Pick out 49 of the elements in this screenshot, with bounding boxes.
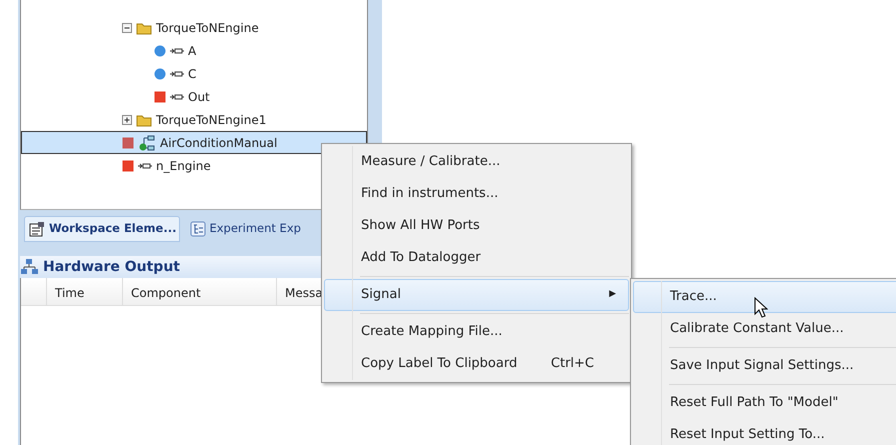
column-header: Time <box>47 278 123 305</box>
menu-item[interactable]: Calibrate Constant Value... <box>633 313 896 345</box>
tree-item-label: C <box>188 66 196 82</box>
menu-item[interactable]: Save Input Signal Settings... <box>633 350 896 382</box>
tree-item-label: A <box>188 42 196 60</box>
square-icon <box>122 136 134 148</box>
port-icon <box>170 68 184 78</box>
tree-item-label: n_Engine <box>156 158 211 174</box>
menu-item[interactable]: Show All HW Ports <box>324 210 629 242</box>
square-icon <box>122 160 134 172</box>
menu-item[interactable]: Signal ▶ <box>324 279 629 311</box>
tree-item-label: Out <box>188 88 210 106</box>
folder-icon <box>136 112 152 126</box>
tree-item-label: TorqueToNEngine1 <box>156 112 266 128</box>
tree-item[interactable]: AirConditionManual <box>21 131 367 154</box>
submenu-arrow-icon: ▶ <box>609 288 616 302</box>
port-icon <box>170 92 184 102</box>
tree-item[interactable]: TorqueToNEngine <box>21 16 367 39</box>
menu-item[interactable]: Copy Label To Clipboard Ctrl+C <box>324 348 629 380</box>
port-icon <box>138 160 152 170</box>
tree-item[interactable]: Out <box>21 85 367 108</box>
port-icon <box>170 46 184 56</box>
circle-icon <box>154 44 166 56</box>
menu-item[interactable]: Reset Full Path To "Model" <box>633 387 896 419</box>
block-diagram-icon <box>138 134 156 150</box>
tree-item[interactable]: C <box>21 62 367 85</box>
network-icon <box>20 258 40 276</box>
panel-tab[interactable]: Workspace Eleme... <box>24 216 180 242</box>
menu-item[interactable]: Add To Datalogger <box>324 242 629 274</box>
mouse-pointer-icon <box>754 297 768 319</box>
tree-item-label: AirConditionManual <box>160 134 278 152</box>
column-header: Component <box>123 278 277 305</box>
menu-item[interactable]: Create Mapping File... <box>324 316 629 348</box>
folder-icon <box>136 20 152 34</box>
tree-item[interactable]: TorqueToNEngine1 <box>21 108 367 131</box>
square-icon <box>154 90 166 102</box>
shortcut-label: Ctrl+C <box>550 355 594 374</box>
expander-icon[interactable] <box>122 114 132 124</box>
panel-title: Hardware Output <box>43 258 180 276</box>
panel-tab[interactable]: Experiment Exp <box>186 216 305 242</box>
hierarchy-icon <box>190 221 206 237</box>
tree-item[interactable]: A <box>21 39 367 62</box>
menu-item[interactable]: Reset Input Setting To... <box>633 419 896 445</box>
tree-item-label: TorqueToNEngine <box>156 20 259 36</box>
circle-icon <box>154 68 166 80</box>
clipboard-icon <box>28 221 46 237</box>
menu-item[interactable]: Find in instruments... <box>324 178 629 210</box>
menu-item[interactable]: Trace... <box>633 281 896 313</box>
expander-icon[interactable] <box>122 22 132 32</box>
